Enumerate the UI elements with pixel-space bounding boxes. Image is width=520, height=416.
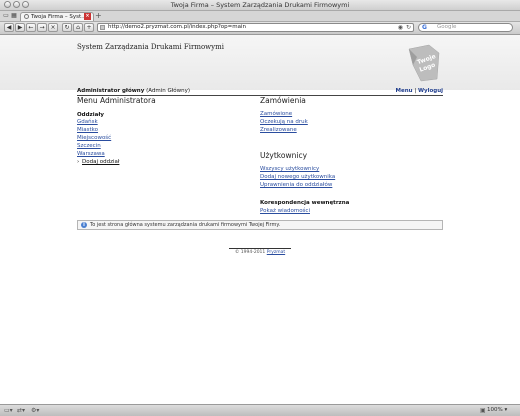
- info-message-box: i To jest strona główna systemu zarządza…: [77, 220, 443, 230]
- arrow-right-icon[interactable]: →: [37, 23, 47, 32]
- home-icon[interactable]: ⌂: [73, 23, 83, 32]
- tab-label: Twoja Firma – Syst…: [31, 14, 87, 20]
- orders-link-ordered[interactable]: Zamówione: [260, 111, 292, 117]
- users-title: Użytkownicy: [260, 151, 308, 160]
- back-button-icon[interactable]: ◀: [4, 23, 14, 32]
- logout-link[interactable]: Wyloguj: [418, 88, 443, 94]
- google-icon: G: [422, 24, 427, 31]
- refresh-icon[interactable]: ↻: [406, 24, 411, 31]
- menu-link[interactable]: Menu: [396, 88, 413, 94]
- rss-icon[interactable]: ◉: [398, 24, 403, 31]
- search-placeholder: Google: [437, 24, 457, 30]
- link-separator: |: [414, 88, 417, 94]
- window-titlebar: Twoja Firma – System Zarządzania Drukami…: [0, 0, 520, 11]
- add-branch-link[interactable]: Dodaj oddział: [82, 159, 119, 165]
- zoom-level[interactable]: 100% ▾: [487, 407, 507, 414]
- info-message: To jest strona główna systemu zarządzani…: [90, 222, 281, 228]
- branch-link-miejscowosc[interactable]: Miejscowość: [77, 135, 111, 141]
- admin-menu-title: Menu Administratora: [77, 96, 156, 105]
- page-header: System Zarządzania Drukami Firmowymi Two…: [0, 35, 520, 90]
- footer-company-link[interactable]: Pryzmat: [267, 250, 285, 255]
- users-link-permissions[interactable]: Uprawnienia do oddziałów: [260, 182, 332, 188]
- stop-icon[interactable]: ×: [48, 23, 58, 32]
- branch-link-gdansk[interactable]: Gdańsk: [77, 119, 98, 125]
- image-toggle-icon[interactable]: ▣: [480, 407, 486, 414]
- tab-bar: ▭ ▦ Twoja Firma – Syst… × +: [0, 11, 520, 22]
- orders-link-completed[interactable]: Zrealizowane: [260, 127, 297, 133]
- zoom-value: 100%: [487, 407, 503, 413]
- user-detail: (Admin Główny): [146, 88, 191, 94]
- new-tab-icon[interactable]: +: [95, 12, 102, 20]
- address-bar[interactable]: http://demo2.pryzmat.com.pl/index.php?op…: [97, 23, 414, 32]
- status-bar: ▭▾ ⇄▾ ⚙▾ ▣ 100% ▾: [0, 404, 520, 416]
- user-role: Administrator główny: [77, 88, 145, 94]
- arrow-left-icon[interactable]: ←: [26, 23, 36, 32]
- company-logo: Twoje Logo: [408, 44, 440, 82]
- tab-active[interactable]: Twoja Firma – Syst…: [20, 12, 94, 21]
- add-bookmark-icon[interactable]: +: [84, 23, 94, 32]
- sidebar-toggle-icon[interactable]: ▭▾: [4, 407, 13, 414]
- orders-link-awaiting-print[interactable]: Oczekują na druk: [260, 119, 308, 125]
- users-link-add[interactable]: Dodaj nowego użytkownika: [260, 174, 335, 180]
- footer-divider: [229, 248, 291, 249]
- user-bar: Administrator główny (Admin Główny) Menu…: [77, 87, 443, 95]
- window-title: Twoja Firma – System Zarządzania Drukami…: [170, 1, 350, 9]
- page-content: System Zarządzania Drukami Firmowymi Two…: [0, 35, 520, 404]
- footer: © 1994-2011 Pryzmat: [0, 250, 520, 255]
- info-icon: i: [81, 222, 87, 228]
- branches-heading: Oddziały: [77, 112, 104, 118]
- tab-close-icon[interactable]: ×: [84, 13, 91, 20]
- reload-icon[interactable]: ↻: [62, 23, 72, 32]
- forward-button-icon[interactable]: ▶: [15, 23, 25, 32]
- orders-title: Zamówienia: [260, 96, 306, 105]
- top-links: Menu | Wyloguj: [396, 87, 443, 95]
- branch-link-warszawa[interactable]: Warszawa: [77, 151, 105, 157]
- footer-copyright: © 1994-2011: [234, 250, 266, 255]
- address-url: http://demo2.pryzmat.com.pl/index.php?op…: [108, 24, 246, 30]
- branch-link-szczecin[interactable]: Szczecin: [77, 143, 101, 149]
- correspondence-heading: Korespondencja wewnętrzna: [260, 200, 350, 206]
- branch-link-miastko[interactable]: Miastko: [77, 127, 98, 133]
- site-favicon-icon: [100, 25, 105, 30]
- show-messages-link[interactable]: Pokaż wiadomości: [260, 208, 310, 214]
- page-favicon-icon: [24, 14, 29, 19]
- network-icon[interactable]: ⇄▾: [17, 407, 25, 414]
- navigation-toolbar: ◀ ▶ ← → × ↻ ⌂ + http://demo2.pryzmat.com…: [0, 22, 520, 35]
- users-link-all[interactable]: Wszyscy użytkownicy: [260, 166, 319, 172]
- bookmarks-icon[interactable]: ▭: [3, 12, 9, 20]
- search-input[interactable]: G Google: [418, 23, 513, 32]
- bullet-arrow-icon: ›: [77, 159, 80, 165]
- system-name: System Zarządzania Drukami Firmowymi: [77, 43, 224, 51]
- grid-icon[interactable]: ▦: [11, 12, 17, 20]
- settings-icon[interactable]: ⚙▾: [31, 407, 39, 414]
